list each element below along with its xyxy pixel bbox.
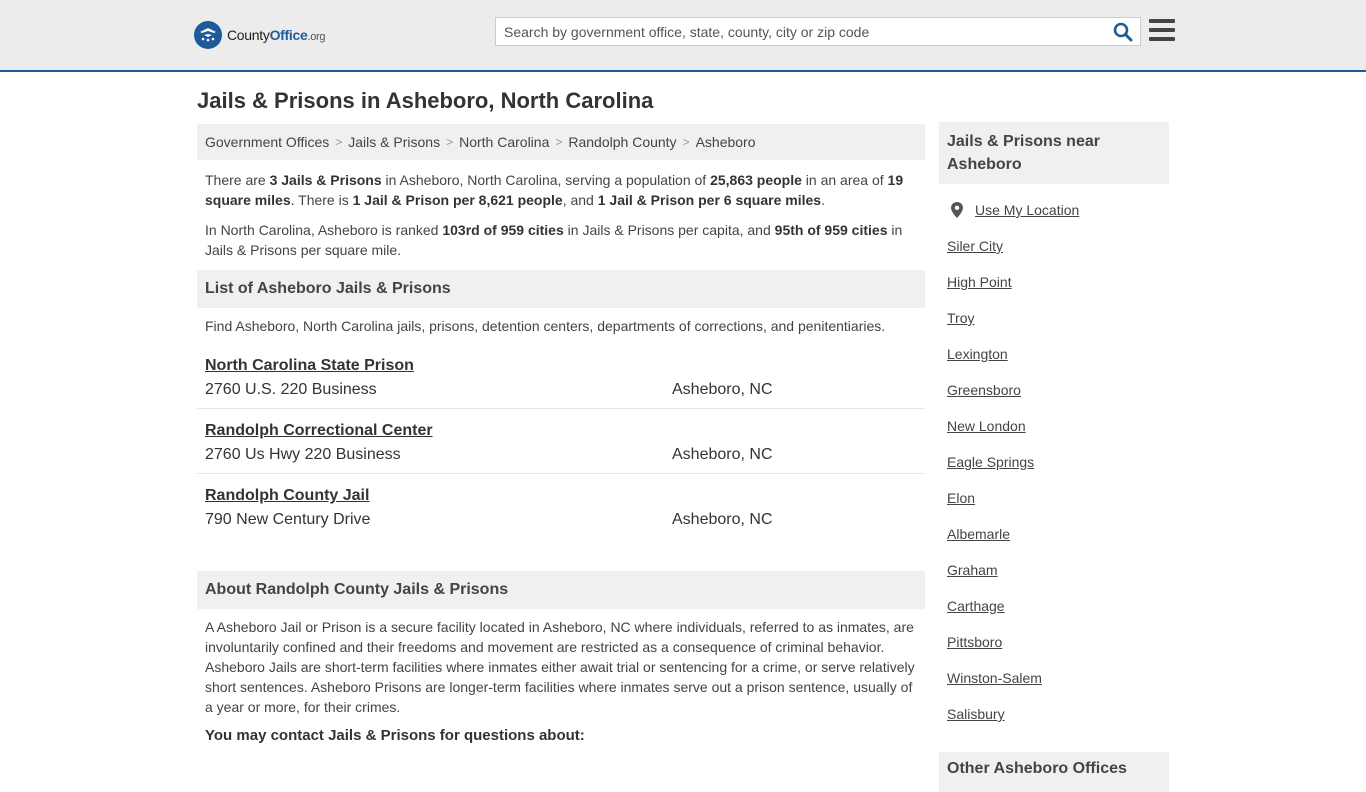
logo-text: CountyOffice.org: [227, 27, 326, 43]
sidebar-city-siler-city[interactable]: Siler City: [947, 238, 1161, 274]
sidebar-city-high-point[interactable]: High Point: [947, 274, 1161, 310]
list-heading: List of Asheboro Jails & Prisons: [197, 270, 925, 308]
search-icon[interactable]: [1112, 21, 1134, 43]
hamburger-menu-icon[interactable]: [1149, 19, 1175, 43]
use-location: Use My Location: [947, 202, 1161, 238]
listing-item: Randolph Correctional Center 2760 Us Hwy…: [197, 409, 925, 474]
sidebar-heading: Jails & Prisons near Asheboro: [939, 122, 1169, 184]
list-description: Find Asheboro, North Carolina jails, pri…: [205, 318, 886, 334]
breadcrumb-separator-icon: >: [682, 135, 690, 149]
listing-name-link[interactable]: Randolph County Jail: [205, 484, 917, 508]
main-content: Government Offices > Jails & Prisons > N…: [197, 124, 925, 744]
intro-paragraph-rank: In North Carolina, Asheboro is ranked 10…: [205, 222, 903, 258]
listing-city: Asheboro, NC: [672, 511, 773, 528]
map-pin-icon: [951, 202, 963, 218]
intro-text: There are 3 Jails & Prisons in Asheboro,…: [197, 160, 925, 260]
breadcrumb-government-offices[interactable]: Government Offices: [205, 134, 329, 150]
listing-city: Asheboro, NC: [672, 446, 773, 463]
listing-address: 2760 U.S. 220 Business: [205, 381, 377, 398]
logo-emblem-icon: [194, 21, 222, 49]
listing-address: 790 New Century Drive: [205, 511, 371, 528]
breadcrumb-separator-icon: >: [335, 135, 343, 149]
intro-paragraph-stats: There are 3 Jails & Prisons in Asheboro,…: [205, 172, 904, 208]
listing-name-link[interactable]: Randolph Correctional Center: [205, 419, 917, 443]
sidebar-heading-other-offices: Other Asheboro Offices: [939, 752, 1169, 792]
about-heading: About Randolph County Jails & Prisons: [197, 571, 925, 609]
listing-address: 2760 Us Hwy 220 Business: [205, 446, 401, 463]
sidebar-city-greensboro[interactable]: Greensboro: [947, 382, 1161, 418]
sidebar: Jails & Prisons near Asheboro Use My Loc…: [939, 122, 1169, 792]
sidebar-city-pittsboro[interactable]: Pittsboro: [947, 634, 1161, 670]
sidebar-city-new-london[interactable]: New London: [947, 418, 1161, 454]
breadcrumb: Government Offices > Jails & Prisons > N…: [197, 124, 925, 160]
breadcrumb-randolph-county[interactable]: Randolph County: [568, 134, 676, 150]
sidebar-city-winston-salem[interactable]: Winston-Salem: [947, 670, 1161, 706]
sidebar-city-carthage[interactable]: Carthage: [947, 598, 1161, 634]
sidebar-city-graham[interactable]: Graham: [947, 562, 1161, 598]
breadcrumb-separator-icon: >: [446, 135, 454, 149]
listing-list: North Carolina State Prison 2760 U.S. 22…: [197, 344, 925, 539]
sidebar-city-lexington[interactable]: Lexington: [947, 346, 1161, 382]
listing-item: Randolph County Jail 790 New Century Dri…: [197, 474, 925, 539]
listing-city: Asheboro, NC: [672, 381, 773, 398]
search-input[interactable]: [496, 18, 1096, 45]
sidebar-city-elon[interactable]: Elon: [947, 490, 1161, 526]
breadcrumb-separator-icon: >: [555, 135, 563, 149]
search-box: [495, 17, 1141, 46]
sidebar-city-troy[interactable]: Troy: [947, 310, 1161, 346]
listing-item: North Carolina State Prison 2760 U.S. 22…: [197, 344, 925, 409]
about-text: A Asheboro Jail or Prison is a secure fa…: [205, 619, 915, 715]
listing-name-link[interactable]: North Carolina State Prison: [205, 354, 917, 378]
breadcrumb-north-carolina[interactable]: North Carolina: [459, 134, 549, 150]
page-title: Jails & Prisons in Asheboro, North Carol…: [197, 88, 654, 113]
breadcrumb-asheboro[interactable]: Asheboro: [696, 134, 756, 150]
site-header: CountyOffice.org: [0, 0, 1366, 72]
sidebar-city-list: Use My Location Siler City High Point Tr…: [939, 184, 1169, 742]
sidebar-city-eagle-springs[interactable]: Eagle Springs: [947, 454, 1161, 490]
site-logo[interactable]: CountyOffice.org: [194, 20, 326, 50]
breadcrumb-jails-prisons[interactable]: Jails & Prisons: [348, 134, 440, 150]
use-my-location-link[interactable]: Use My Location: [975, 202, 1079, 238]
sidebar-city-salisbury[interactable]: Salisbury: [947, 706, 1161, 742]
sidebar-city-albemarle[interactable]: Albemarle: [947, 526, 1161, 562]
contact-heading: You may contact Jails & Prisons for ques…: [205, 727, 585, 744]
